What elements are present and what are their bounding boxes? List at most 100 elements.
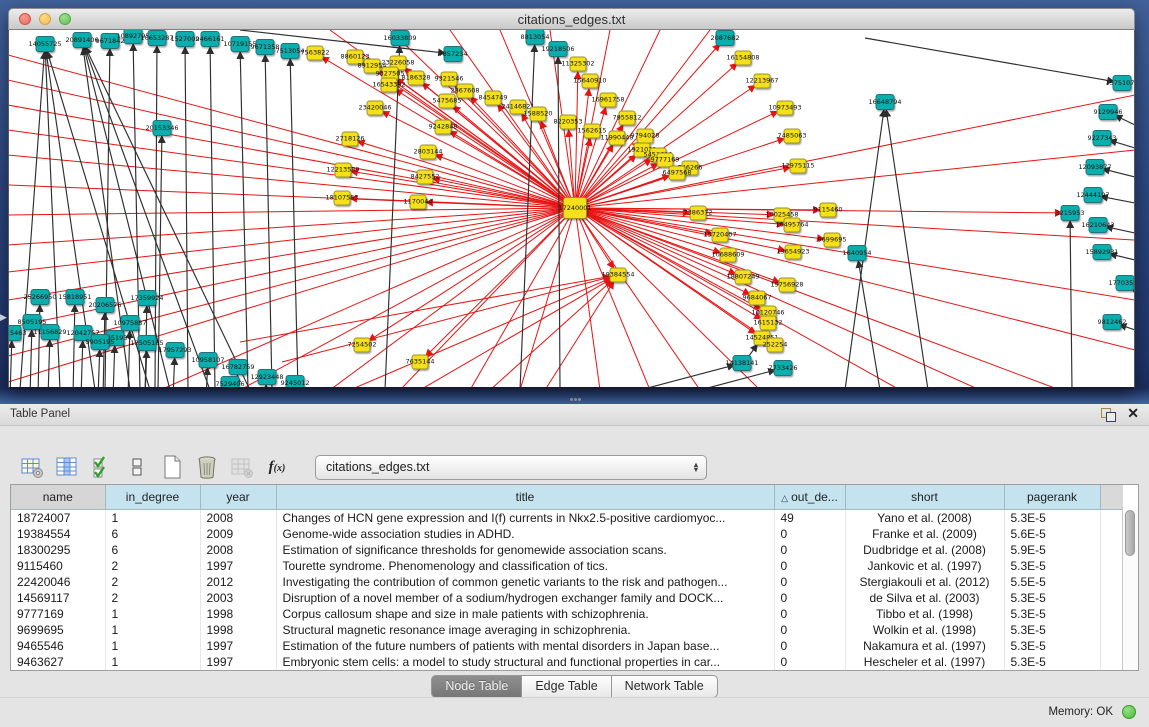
network-node[interactable]: 2087682 — [716, 30, 735, 46]
cell-short[interactable]: Stergiakouli et al. (2012) — [845, 574, 1004, 590]
tab-edge-table[interactable]: Edge Table — [521, 675, 611, 698]
network-node[interactable]: 19384554 — [610, 268, 627, 283]
network-node[interactable]: 16782759 — [229, 359, 248, 375]
network-node[interactable]: 8427552 — [417, 170, 434, 185]
network-node[interactable]: 15818951 — [66, 289, 85, 305]
network-node[interactable]: 20153346 — [153, 120, 172, 136]
cell-short[interactable]: Dudbridge et al. (2008) — [845, 542, 1004, 558]
network-node[interactable]: 9699695 — [824, 233, 841, 248]
tab-network-table[interactable]: Network Table — [611, 675, 718, 698]
cell-pagerank[interactable]: 5.9E-5 — [1004, 542, 1100, 558]
cell-year[interactable]: 2009 — [200, 526, 276, 542]
cell-pagerank[interactable]: 5.3E-5 — [1004, 558, 1100, 574]
cell-name[interactable]: 9115460 — [11, 558, 105, 574]
table-scrollbar[interactable] — [1122, 507, 1138, 670]
network-node[interactable]: 11990448 — [609, 131, 626, 146]
memory-status-indicator[interactable] — [1122, 705, 1136, 719]
network-node[interactable]: 12975115 — [790, 159, 807, 174]
cell-title[interactable]: Embryonic stem cells: a model to study s… — [276, 654, 774, 670]
network-node[interactable]: 12505185 — [138, 335, 157, 351]
cell-pagerank[interactable]: 5.3E-5 — [1004, 606, 1100, 622]
column-header-short[interactable]: short — [845, 485, 1004, 510]
row-height-icon[interactable] — [124, 454, 150, 480]
cell-year[interactable]: 1998 — [200, 622, 276, 638]
network-node[interactable]: 12444197 — [1084, 187, 1103, 203]
cell-out_de[interactable]: 0 — [774, 590, 845, 606]
network-node[interactable]: 2718126 — [342, 132, 359, 147]
network-node[interactable]: 12213589 — [335, 163, 352, 178]
cell-name[interactable]: 9463627 — [11, 654, 105, 670]
network-node[interactable]: 9227343 — [1093, 130, 1112, 146]
cell-name[interactable]: 14569117 — [11, 590, 105, 606]
column-header-year[interactable]: year — [200, 485, 276, 510]
function-builder-icon[interactable]: f(x) — [264, 454, 290, 480]
network-node[interactable]: 9321546 — [441, 72, 458, 87]
network-node[interactable]: 14138141 — [733, 355, 752, 371]
network-node[interactable]: 10719155 — [231, 36, 250, 52]
network-node[interactable]: 1640954 — [848, 245, 867, 261]
network-node[interactable]: 7386372 — [690, 206, 707, 221]
cell-pagerank[interactable]: 5.3E-5 — [1004, 654, 1100, 670]
network-node[interactable]: 7857234 — [444, 46, 463, 62]
network-node[interactable]: 8454749 — [485, 91, 502, 106]
panel-splitter-handle[interactable] — [570, 398, 582, 402]
network-node[interactable]: 7563822 — [307, 46, 324, 61]
network-node[interactable]: 20891406 — [73, 32, 92, 48]
network-node[interactable]: 9794028 — [637, 129, 654, 144]
network-node[interactable]: 3215953 — [1061, 205, 1080, 221]
column-header-pagerank[interactable]: pagerank — [1004, 485, 1100, 510]
cell-in_degree[interactable]: 1 — [105, 654, 200, 670]
table-row[interactable]: 1830029562008Estimation of significance … — [11, 542, 1123, 558]
show-columns-icon[interactable] — [54, 454, 80, 480]
table-row[interactable]: 1456911722003Disruption of a novel membe… — [11, 590, 1123, 606]
cell-in_degree[interactable]: 1 — [105, 606, 200, 622]
network-node[interactable]: 1588520 — [530, 107, 547, 122]
cell-title[interactable]: Genome-wide association studies in ADHD. — [276, 526, 774, 542]
cell-pagerank[interactable]: 5.3E-5 — [1004, 622, 1100, 638]
cell-short[interactable]: Wolkin et al. (1998) — [845, 622, 1004, 638]
cell-title[interactable]: Estimation of significance thresholds fo… — [276, 542, 774, 558]
network-node[interactable]: 15892931 — [1093, 244, 1112, 260]
network-node[interactable]: 14055725 — [36, 36, 55, 52]
cell-in_degree[interactable]: 2 — [105, 574, 200, 590]
cell-short[interactable]: Nakamura et al. (1997) — [845, 638, 1004, 654]
network-node[interactable]: 3915463 — [8, 325, 22, 341]
network-node[interactable]: 11156829 — [41, 324, 60, 340]
network-node[interactable]: 252254 — [767, 338, 784, 353]
cell-year[interactable]: 2008 — [200, 510, 276, 527]
table-row[interactable]: 2242004622012Investigating the contribut… — [11, 574, 1123, 590]
table-scrollbar-thumb[interactable] — [1125, 510, 1135, 556]
table-row[interactable]: 969969511998Structural magnetic resonanc… — [11, 622, 1123, 638]
network-node[interactable]: 9242848 — [435, 120, 452, 135]
network-node[interactable]: 9684067 — [749, 291, 766, 306]
network-node[interactable]: 7733426 — [774, 360, 793, 376]
cell-short[interactable]: Tibbo et al. (1998) — [845, 606, 1004, 622]
network-node[interactable]: 16961758 — [600, 93, 617, 108]
network-node[interactable]: 1615132 — [760, 316, 777, 331]
network-node[interactable]: 25266950 — [31, 289, 50, 305]
select-columns-icon[interactable] — [89, 454, 115, 480]
cell-out_de[interactable]: 0 — [774, 622, 845, 638]
cell-title[interactable]: Estimation of the future numbers of pati… — [276, 638, 774, 654]
network-node[interactable]: 8813054 — [526, 30, 545, 45]
cell-pagerank[interactable]: 5.5E-5 — [1004, 574, 1100, 590]
network-node[interactable]: 5475685 — [439, 94, 456, 109]
table-row[interactable]: 911546021997Tourette syndrome. Phenomeno… — [11, 558, 1123, 574]
network-node[interactable]: 16543382 — [381, 78, 398, 93]
network-node[interactable]: 17957293 — [166, 342, 185, 358]
cell-out_de[interactable]: 0 — [774, 606, 845, 622]
cell-name[interactable]: 9777169 — [11, 606, 105, 622]
network-node[interactable]: 9671358 — [256, 39, 275, 55]
cell-short[interactable]: Franke et al. (2009) — [845, 526, 1004, 542]
network-node[interactable]: 7254502 — [354, 338, 371, 353]
cell-out_de[interactable]: 0 — [774, 574, 845, 590]
cell-name[interactable]: 18300295 — [11, 542, 105, 558]
table-select-dropdown[interactable]: citations_edges.txt ▲▼ — [315, 455, 707, 480]
create-column-icon[interactable] — [159, 454, 185, 480]
cell-pagerank[interactable]: 5.6E-5 — [1004, 526, 1100, 542]
cell-year[interactable]: 1997 — [200, 654, 276, 670]
network-node[interactable]: 2803144 — [420, 145, 437, 160]
network-node[interactable]: 18107553 — [334, 191, 351, 206]
network-node[interactable]: 7513054 — [281, 43, 300, 59]
network-node[interactable]: 23420046 — [367, 101, 384, 116]
